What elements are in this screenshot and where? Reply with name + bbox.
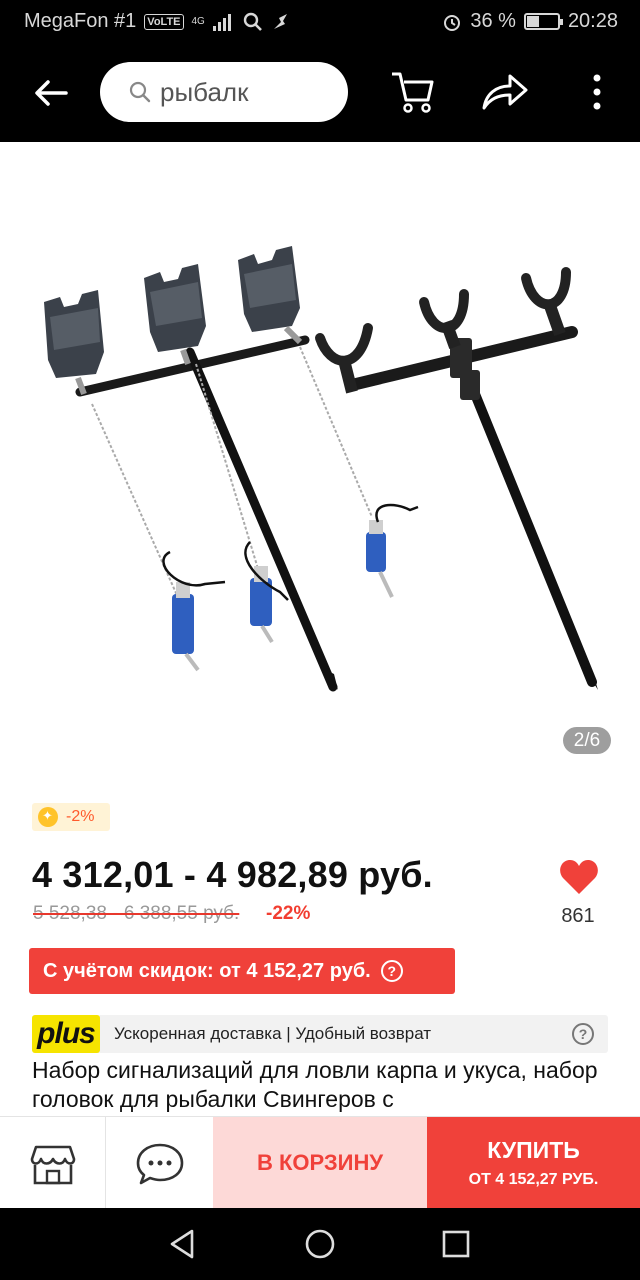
app-bar: рыбалк	[0, 44, 640, 142]
app-notification-icon	[273, 13, 287, 29]
discount-promo-text: С учётом скидок: от 4 152,27 руб.	[43, 959, 371, 982]
nav-recents-button[interactable]	[436, 1226, 476, 1262]
heart-icon	[560, 860, 598, 894]
discount-promo-banner[interactable]: С учётом скидок: от 4 152,27 руб. ?	[29, 948, 455, 994]
buy-price-label: ОТ 4 152,27 РУБ.	[468, 1171, 599, 1188]
product-photo	[44, 246, 598, 692]
plus-help-icon[interactable]: ?	[572, 1023, 594, 1045]
search-query: рыбалк	[160, 76, 249, 107]
square-recents-icon	[442, 1230, 470, 1258]
coin-discount-badge: -2%	[32, 803, 110, 831]
search-status-icon	[243, 12, 262, 31]
plus-service-text: Ускоренная доставка | Удобный возврат	[114, 1024, 432, 1043]
old-price-range: 5 528,38 - 6 388,55 руб.	[33, 903, 240, 924]
rod-rest-image	[315, 267, 598, 690]
coin-discount-value: -2%	[66, 808, 95, 825]
discount-percent: -22%	[266, 903, 311, 924]
coin-icon	[38, 807, 58, 827]
triangle-back-icon	[170, 1229, 194, 1259]
nav-back-button[interactable]	[162, 1226, 202, 1262]
nav-home-button[interactable]	[300, 1226, 340, 1262]
add-to-cart-button[interactable]: В КОРЗИНУ	[213, 1117, 427, 1209]
product-title: Набор сигнализаций для ловли карпа и уку…	[32, 1057, 598, 1112]
buy-label: КУПИТЬ	[487, 1137, 580, 1163]
bottom-action-bar: В КОРЗИНУ КУПИТЬ ОТ 4 152,27 РУБ.	[0, 1116, 640, 1209]
network-type: 4G	[191, 15, 205, 27]
circle-home-icon	[305, 1229, 335, 1259]
volte-badge: VoLTE	[144, 13, 184, 30]
store-icon	[30, 1145, 76, 1185]
alarm-icon	[444, 14, 461, 31]
chat-button[interactable]	[106, 1117, 213, 1209]
back-arrow-icon	[35, 80, 68, 106]
chat-icon	[136, 1143, 184, 1185]
carrier-name: MegaFon #1	[24, 10, 137, 32]
buy-now-button[interactable]: КУПИТЬ ОТ 4 152,27 РУБ.	[427, 1117, 640, 1209]
share-button[interactable]	[480, 70, 530, 114]
search-icon	[129, 81, 151, 103]
store-button[interactable]	[0, 1117, 106, 1209]
plus-logo: plus	[32, 1015, 100, 1053]
signal-icon	[212, 13, 231, 31]
bite-alarm-set-image	[44, 246, 419, 692]
help-icon[interactable]: ?	[380, 960, 403, 982]
search-input[interactable]: рыбалк	[100, 62, 348, 122]
favorite-count: 861	[561, 905, 595, 927]
battery-percent: 36 %	[470, 10, 516, 32]
more-options-button[interactable]	[582, 70, 612, 114]
favorite-button[interactable]	[559, 858, 599, 896]
product-image-gallery[interactable]	[0, 142, 640, 780]
system-nav-bar	[0, 1208, 640, 1280]
clock: 20:28	[567, 10, 618, 32]
plus-service-bar[interactable]: plus Ускоренная доставка | Удобный возвр…	[32, 1015, 608, 1053]
battery-icon	[523, 13, 563, 30]
cart-button[interactable]	[388, 66, 438, 116]
status-bar: MegaFon #1 VoLTE 4G 36 % 20:28	[0, 0, 640, 44]
cart-icon	[392, 72, 434, 113]
gallery-page-indicator: 2/6	[563, 727, 611, 754]
back-button[interactable]	[26, 72, 74, 114]
more-vert-icon	[593, 74, 601, 110]
price-range: 4 312,01 - 4 982,89 руб.	[32, 854, 433, 895]
share-icon	[482, 74, 528, 110]
